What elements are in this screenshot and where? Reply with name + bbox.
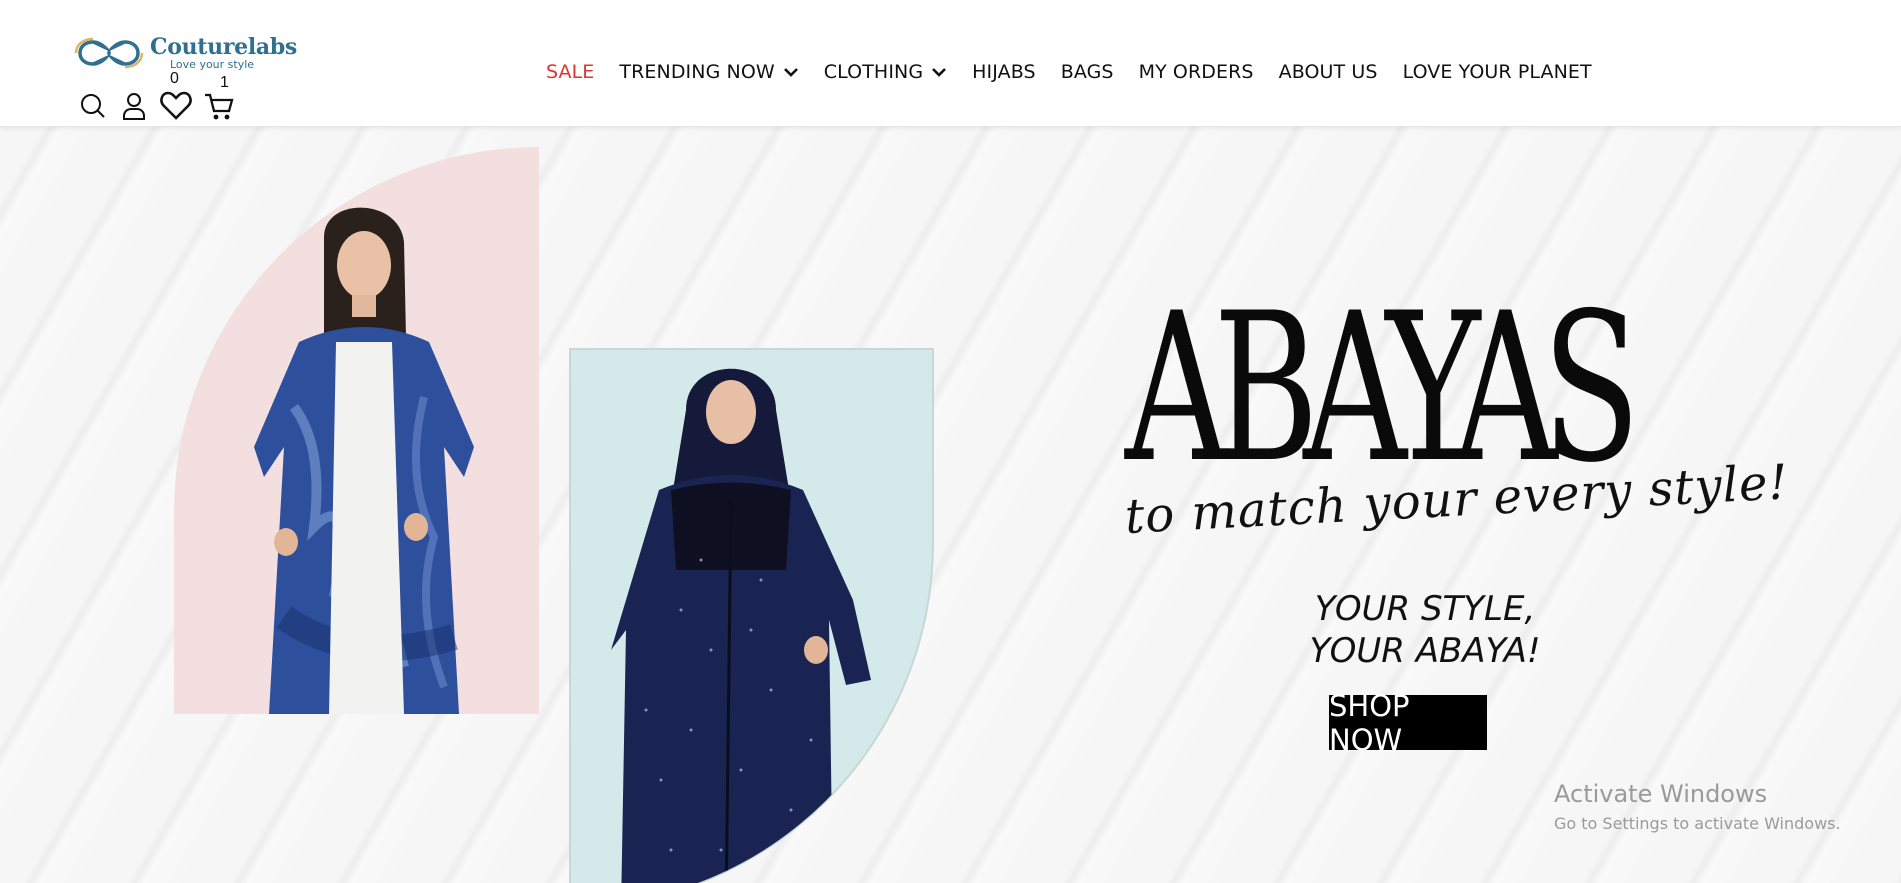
watermark-title: Activate Windows [1554, 780, 1768, 808]
user-account-icon[interactable] [122, 92, 146, 120]
chevron-down-icon [932, 68, 947, 77]
model-in-navy-abaya-image [611, 368, 871, 883]
tagline-line-2: YOUR ABAYA! [1309, 631, 1541, 671]
tagline-line-1: YOUR STYLE, [1314, 589, 1536, 629]
model-in-blue-abaya-image [254, 207, 474, 714]
watermark-subtitle: Go to Settings to activate Windows. [1554, 814, 1841, 833]
model-image-panel-blue[interactable] [569, 348, 934, 883]
hero-banner[interactable]: ABAYAS to match your every style! YOUR S… [0, 127, 1901, 883]
main-navigation: SALE TRENDING NOW CLOTHING HIJABS BAGS M… [546, 58, 1617, 86]
heart-wishlist-icon[interactable] [160, 90, 192, 120]
search-icon[interactable] [80, 93, 106, 119]
nav-about-us[interactable]: ABOUT US [1279, 61, 1378, 83]
shop-now-button[interactable]: SHOP NOW [1329, 689, 1487, 757]
chevron-down-icon [783, 68, 798, 77]
nav-label: TRENDING NOW [619, 61, 775, 83]
logo-name: Couturelabs [150, 34, 298, 60]
nav-label: CLOTHING [823, 61, 924, 83]
windows-activation-watermark: Activate Windows Go to Settings to activ… [1554, 780, 1841, 833]
nav-sale[interactable]: SALE [546, 61, 594, 83]
infinity-logo-icon [74, 37, 144, 69]
shopping-cart-icon[interactable] [204, 92, 234, 122]
logo-tagline: Love your style [170, 58, 255, 71]
cart-count-badge: 1 [220, 74, 229, 91]
hero-headline: ABAYAS [1125, 270, 1640, 508]
nav-love-your-planet[interactable]: LOVE YOUR PLANET [1403, 61, 1592, 83]
nav-clothing[interactable]: CLOTHING [824, 61, 947, 83]
nav-hijabs[interactable]: HIJABS [972, 61, 1036, 83]
nav-trending-now[interactable]: TRENDING NOW [619, 61, 798, 83]
logo[interactable]: Couturelabs Love your style [72, 34, 297, 72]
model-image-panel-pink[interactable] [174, 147, 539, 714]
nav-bags[interactable]: BAGS [1061, 61, 1114, 83]
hero-tagline: YOUR STYLE, YOUR ABAYA! [1270, 588, 1580, 672]
site-header: Couturelabs Love your style 0 1 SALE TRE… [0, 0, 1901, 127]
nav-my-orders[interactable]: MY ORDERS [1139, 61, 1254, 83]
wishlist-count-badge: 0 [170, 70, 179, 87]
